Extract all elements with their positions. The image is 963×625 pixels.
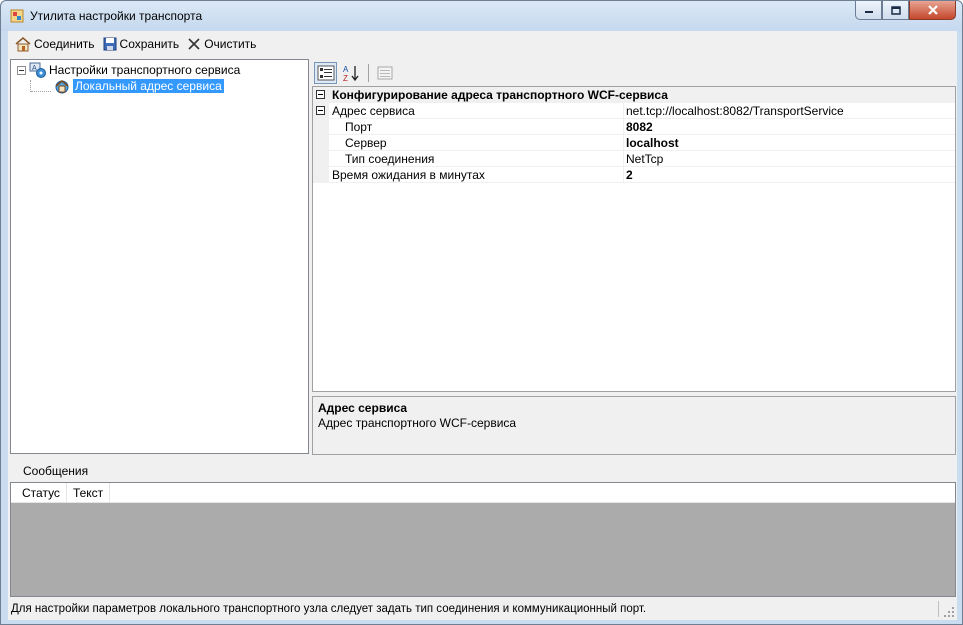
connect-button[interactable]: Соединить [11, 33, 99, 55]
property-value[interactable]: 8082 [626, 120, 653, 134]
svg-text:Z: Z [343, 74, 348, 82]
column-divider [623, 119, 624, 135]
maximize-button[interactable] [882, 1, 909, 20]
property-row-timeout[interactable]: Время ожидания в минутах 2 [313, 167, 955, 183]
row-gutter [313, 151, 329, 167]
save-label: Сохранить [119, 37, 180, 51]
app-icon [10, 9, 24, 23]
svg-text:A: A [32, 65, 37, 72]
category-label: Конфигурирование адреса транспортного WC… [332, 88, 668, 102]
column-header-status[interactable]: Статус [11, 482, 67, 503]
category-gutter [313, 87, 329, 103]
property-category-row[interactable]: Конфигурирование адреса транспортного WC… [313, 87, 955, 103]
messages-label: Сообщения [23, 464, 89, 478]
settings-tree[interactable]: A Настройки транспортного сервиса Локаль… [10, 59, 309, 454]
close-icon [927, 5, 938, 15]
minimize-icon [864, 11, 873, 13]
property-name: Адрес сервиса [332, 104, 415, 118]
property-name: Сервер [345, 136, 387, 150]
row-gutter [313, 135, 329, 151]
window-title: Утилита настройки транспорта [30, 9, 203, 23]
sort-az-icon: A Z [343, 65, 359, 82]
collapse-icon[interactable] [316, 106, 325, 115]
property-value[interactable]: net.tcp://localhost:8082/TransportServic… [626, 104, 844, 118]
tree-root-label: Настройки транспортного сервиса [49, 63, 241, 77]
column-divider [623, 151, 624, 167]
clear-label: Очистить [204, 37, 257, 51]
toolbar-separator [368, 63, 369, 82]
status-text: Для настройки параметров локального тран… [11, 602, 647, 615]
collapse-icon[interactable] [17, 65, 26, 75]
tree-node-root[interactable]: A Настройки транспортного сервиса [17, 62, 240, 78]
property-value[interactable]: 2 [626, 168, 633, 182]
row-gutter [313, 167, 329, 183]
property-row-connection-type[interactable]: Тип соединения NetTcp [313, 151, 955, 167]
app-window: Утилита настройки транспорта Соединить С… [0, 0, 963, 625]
property-row-server[interactable]: Сервер localhost [313, 135, 955, 151]
property-pages-button[interactable] [373, 62, 396, 84]
property-value[interactable]: localhost [626, 136, 679, 150]
property-row-service-address[interactable]: Адрес сервиса net.tcp://localhost:8082/T… [313, 103, 955, 119]
property-help-pane: Адрес сервиса Адрес транспортного WCF-се… [312, 396, 956, 455]
property-name: Время ожидания в минутах [332, 168, 485, 182]
row-gutter [313, 119, 329, 135]
floppy-disk-icon [103, 37, 117, 51]
resize-grip-icon[interactable] [943, 606, 955, 618]
client-area: Соединить Сохранить Очистить A Настройки… [8, 31, 957, 620]
messages-header: Статус Текст [11, 482, 955, 503]
property-pages-icon [377, 66, 392, 79]
title-bar[interactable]: Утилита настройки транспорта [1, 1, 962, 31]
status-separator [938, 601, 939, 617]
messages-list[interactable]: Статус Текст [10, 482, 956, 597]
property-name: Тип соединения [345, 152, 435, 166]
column-divider [623, 135, 624, 151]
property-grid-toolbar: A Z [313, 60, 956, 85]
help-title: Адрес сервиса [318, 401, 408, 415]
tree-child-label: Локальный адрес сервиса [73, 79, 224, 93]
alphabetical-button[interactable]: A Z [339, 62, 362, 84]
row-gutter [313, 103, 329, 119]
window-controls [855, 1, 956, 21]
save-button[interactable]: Сохранить [99, 33, 184, 55]
minimize-button[interactable] [855, 1, 882, 20]
help-description: Адрес транспортного WCF-сервиса [318, 416, 517, 430]
svg-text:A: A [343, 65, 349, 74]
collapse-icon[interactable] [316, 90, 325, 99]
clear-x-icon [188, 38, 200, 50]
maximize-icon [890, 5, 901, 15]
column-divider [623, 103, 624, 119]
column-header-text[interactable]: Текст [67, 482, 111, 503]
property-grid: Конфигурирование адреса транспортного WC… [312, 86, 956, 392]
property-row-port[interactable]: Порт 8082 [313, 119, 955, 135]
connect-label: Соединить [34, 37, 95, 51]
status-bar: Для настройки параметров локального тран… [8, 597, 957, 620]
categorized-icon [317, 65, 334, 80]
network-settings-icon: A [29, 62, 46, 78]
main-toolbar: Соединить Сохранить Очистить [8, 31, 957, 57]
tree-node-local-address[interactable]: Локальный адрес сервиса [53, 78, 224, 94]
close-button[interactable] [909, 1, 956, 20]
property-name: Порт [345, 120, 373, 134]
home-icon [15, 37, 31, 52]
property-value[interactable]: NetTcp [626, 152, 663, 166]
clear-button[interactable]: Очистить [183, 33, 260, 55]
home-globe-icon [55, 80, 69, 94]
categorized-button[interactable] [314, 61, 337, 84]
tree-connector [31, 91, 51, 92]
column-divider [623, 167, 624, 183]
